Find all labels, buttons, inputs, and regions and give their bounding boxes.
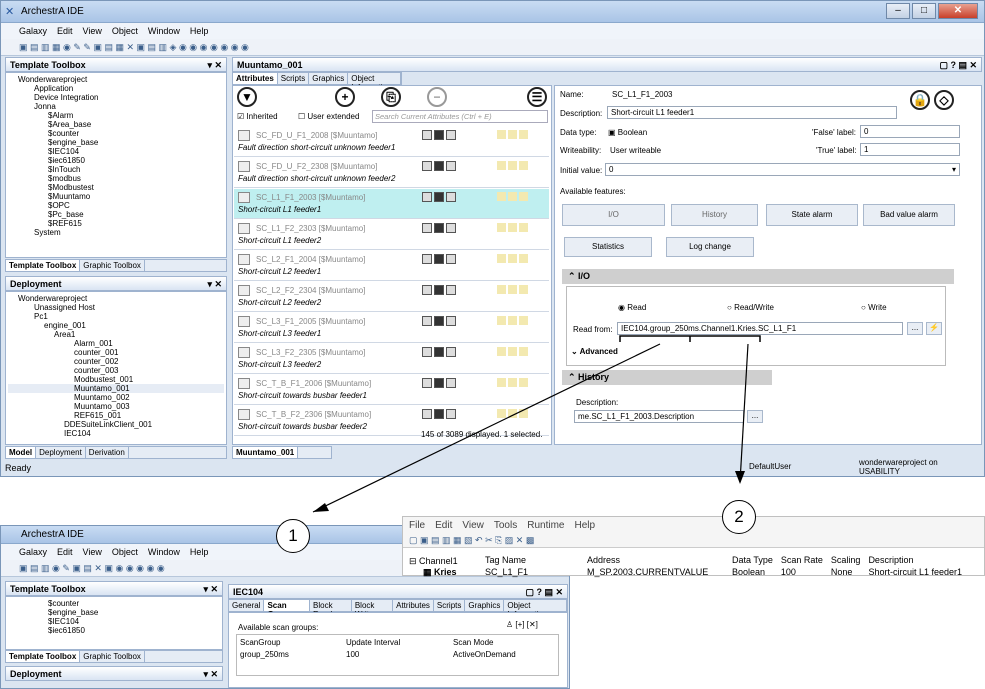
callout-number-1: 1	[276, 519, 310, 553]
arrow-line-2	[739, 343, 749, 483]
arrow-head-2	[735, 471, 745, 484]
callout-number-2: 2	[722, 500, 756, 534]
callout-arrows	[312, 335, 761, 513]
arrow-head-1	[313, 503, 329, 512]
arrow-line-1	[312, 343, 661, 513]
